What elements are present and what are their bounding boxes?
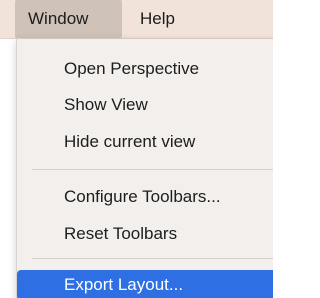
- menu-item-show-view[interactable]: Show View: [17, 90, 273, 120]
- menu-item-configure-toolbars[interactable]: Configure Toolbars...: [17, 182, 273, 212]
- menu-bar: Window Help: [0, 0, 273, 39]
- menu-item-open-perspective[interactable]: Open Perspective: [17, 54, 273, 84]
- menu-bar-item-window[interactable]: Window: [15, 0, 122, 38]
- menu-bar-item-help[interactable]: Help: [129, 0, 186, 38]
- menu-item-export-layout[interactable]: Export Layout...: [17, 270, 273, 298]
- menu-item-reset-toolbars[interactable]: Reset Toolbars: [17, 219, 273, 249]
- menu-item-hide-current-view[interactable]: Hide current view: [17, 127, 273, 157]
- app-window: Window Help Open Perspective Show View H…: [0, 0, 273, 298]
- menu-separator: [32, 258, 273, 259]
- window-menu-dropdown: Open Perspective Show View Hide current …: [16, 39, 273, 298]
- menu-separator: [32, 169, 273, 170]
